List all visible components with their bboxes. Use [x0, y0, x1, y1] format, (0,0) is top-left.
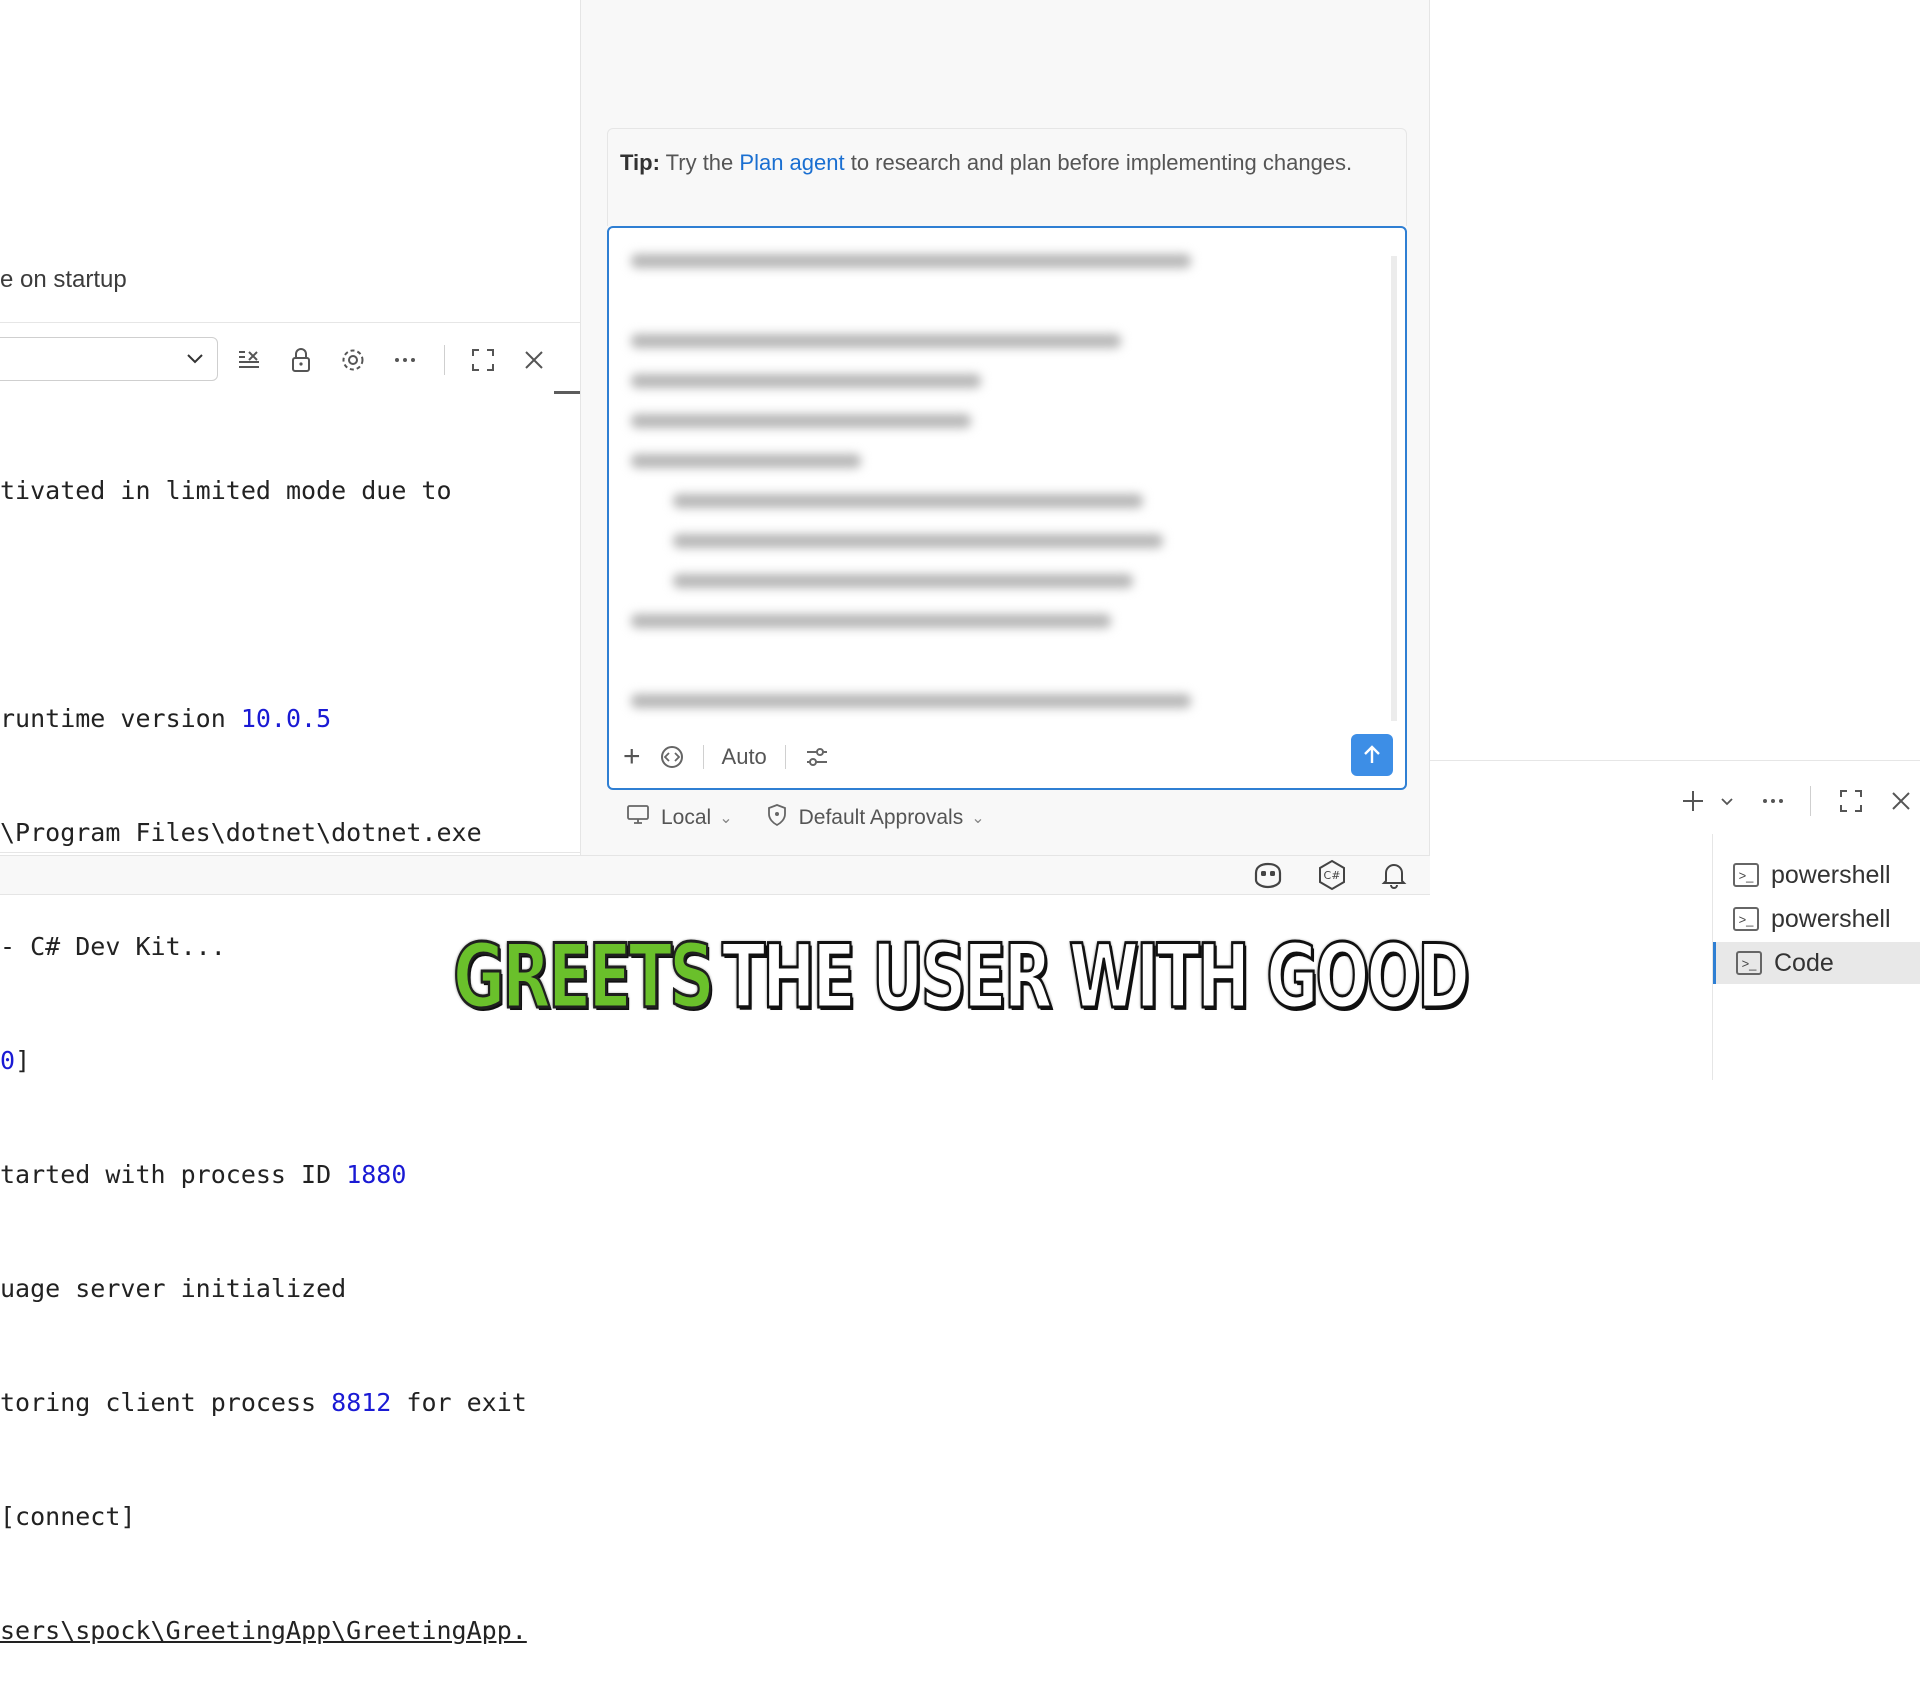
plan-agent-link[interactable]: Plan agent	[739, 150, 844, 175]
terminal-icon: >_	[1733, 863, 1759, 887]
tools-icon[interactable]	[659, 744, 685, 770]
toolbar-separator	[784, 745, 786, 769]
tip-box: Tip: Try the Plan agent to research and …	[607, 128, 1407, 226]
chevron-down-icon: ⌄	[719, 810, 733, 827]
clear-output-icon[interactable]	[232, 343, 266, 377]
more-icon[interactable]	[388, 343, 422, 377]
panel-divider	[0, 852, 580, 853]
svg-text:C#: C#	[1324, 869, 1341, 882]
lock-icon[interactable]	[284, 343, 318, 377]
file-path-link[interactable]: sers\spock\GreetingApp\GreetingApp.	[0, 1616, 527, 1645]
output-channel-select[interactable]	[0, 337, 218, 381]
csharp-icon[interactable]: C#	[1312, 856, 1352, 894]
terminal-icon: >_	[1736, 951, 1762, 975]
output-log: tivated in limited mode due to ​ runtime…	[0, 396, 560, 1688]
location-label: Local	[661, 806, 712, 829]
log-line: runtime version 10.0.5	[0, 704, 332, 733]
startup-text: e on startup	[0, 266, 127, 293]
shield-icon	[767, 804, 787, 832]
log-line: ​	[0, 586, 560, 624]
chat-input[interactable]: + Auto	[607, 226, 1407, 790]
tip-label: Tip:	[620, 150, 660, 175]
more-icon[interactable]	[1756, 784, 1790, 818]
log-line: uage server initialized	[0, 1274, 347, 1303]
maximize-icon[interactable]	[1834, 784, 1868, 818]
blurred-prompt-text	[623, 238, 1363, 718]
scroll-indicator[interactable]	[554, 391, 580, 394]
input-scrollbar[interactable]	[1391, 256, 1397, 721]
toolbar-separator	[1810, 786, 1811, 816]
location-picker[interactable]: Local ⌄	[627, 805, 733, 831]
terminal-icon: >_	[1733, 907, 1759, 931]
status-bar	[0, 855, 1430, 895]
mode-picker[interactable]: Auto	[722, 744, 767, 770]
maximize-icon[interactable]	[466, 343, 500, 377]
gear-icon[interactable]	[336, 343, 370, 377]
tip-text: to research and plan before implementing…	[844, 150, 1353, 175]
approvals-label: Default Approvals	[798, 806, 964, 829]
add-context-button[interactable]: +	[623, 740, 641, 774]
toolbar-separator	[444, 345, 445, 375]
terminal-label: powershell	[1771, 904, 1891, 933]
chevron-down-icon: ⌄	[971, 810, 985, 827]
chevron-down-icon[interactable]	[1712, 784, 1742, 818]
terminal-item-code[interactable]: >_ Code	[1713, 942, 1920, 984]
log-line: [connect]	[0, 1502, 136, 1531]
approvals-picker[interactable]: Default Approvals ⌄	[767, 804, 985, 832]
terminal-item-powershell[interactable]: >_ powershell	[1713, 898, 1920, 940]
monitor-icon	[627, 805, 649, 831]
send-button[interactable]	[1351, 734, 1393, 776]
log-line: \Program Files\dotnet\dotnet.exe	[0, 818, 482, 847]
arrow-up-icon	[1364, 745, 1380, 763]
terminal-list: >_ powershell >_ powershell >_ Code	[1712, 834, 1920, 1080]
chevron-down-icon	[183, 346, 207, 376]
chat-footer: Local ⌄ Default Approvals ⌄	[627, 804, 1019, 832]
close-icon[interactable]	[1884, 784, 1918, 818]
copilot-icon[interactable]	[1248, 856, 1288, 894]
terminal-item-powershell[interactable]: >_ powershell	[1713, 854, 1920, 896]
terminal-label: powershell	[1771, 860, 1891, 889]
new-terminal-icon[interactable]	[1676, 784, 1710, 818]
caption-highlight: GREETS	[452, 924, 716, 1030]
bell-icon[interactable]	[1374, 856, 1414, 894]
settings-sliders-icon[interactable]	[804, 744, 830, 770]
log-line: toring client process 8812 for exit	[0, 1388, 527, 1417]
tip-text: Try the	[659, 150, 740, 175]
log-line: 0]	[0, 1046, 31, 1075]
caption-text: THE USER WITH GOOD	[721, 924, 1471, 1030]
log-line: tarted with process ID 1880	[0, 1160, 407, 1189]
close-icon[interactable]	[517, 343, 551, 377]
log-line[interactable]: sers\spock\GreetingApp\GreetingApp.	[0, 1612, 560, 1650]
input-toolbar: + Auto	[609, 726, 1405, 788]
log-line: tivated in limited mode due to	[0, 476, 452, 505]
video-caption: GREETS THE USER WITH GOOD	[269, 924, 1651, 1030]
terminal-label: Code	[1774, 948, 1834, 977]
output-header-divider	[0, 322, 580, 323]
toolbar-separator	[702, 745, 704, 769]
